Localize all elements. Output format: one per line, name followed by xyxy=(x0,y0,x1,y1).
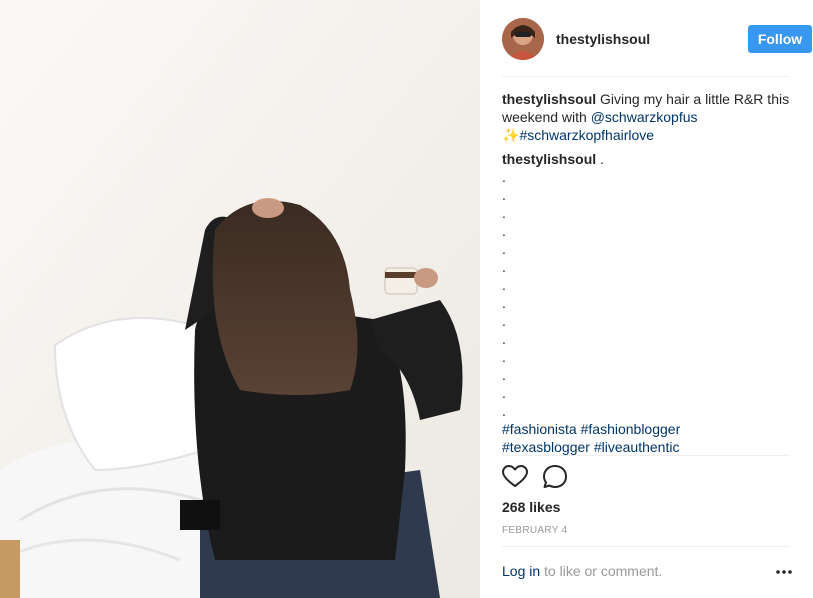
avatar[interactable] xyxy=(502,18,544,60)
post-date[interactable]: FEBRUARY 4 xyxy=(502,525,567,536)
dot-line: . xyxy=(502,385,506,401)
header-divider xyxy=(502,76,790,77)
dot-line: . xyxy=(502,367,506,383)
sparkle-emoji: ✨ xyxy=(502,127,520,143)
dot-line: . xyxy=(502,403,506,419)
dot-line: . xyxy=(502,295,506,311)
dot-line: . xyxy=(502,223,506,239)
comment-hashtag-line-2: #texasblogger #liveauthentic xyxy=(502,438,792,456)
caption-username[interactable]: thestylishsoul xyxy=(502,91,596,107)
post-author-username[interactable]: thestylishsoul xyxy=(556,31,650,47)
hashtag-link[interactable]: #fashionblogger xyxy=(581,421,681,437)
post-details-panel: thestylishsoul Follow thestylishsoul Giv… xyxy=(480,0,813,598)
post-photo[interactable] xyxy=(0,0,480,598)
dot-line: . xyxy=(502,349,506,365)
likes-count[interactable]: 268 likes xyxy=(502,499,560,515)
dot-line: . xyxy=(502,205,506,221)
actions-divider xyxy=(502,455,790,456)
comment-username[interactable]: thestylishsoul xyxy=(502,151,596,167)
comment-dot-lines: . . . . . . . . . . . . . . xyxy=(502,168,792,420)
hashtag-link[interactable]: #liveauthentic xyxy=(594,439,680,455)
post-photo-image xyxy=(0,0,480,598)
dot-line: . xyxy=(502,241,506,257)
dot-line: . xyxy=(502,169,506,185)
dot-line: . xyxy=(502,313,506,329)
dot-line: . xyxy=(502,277,506,293)
follow-button[interactable]: Follow xyxy=(748,25,812,53)
hashtag-link[interactable]: #texasblogger xyxy=(502,439,590,455)
post-caption: thestylishsoul Giving my hair a little R… xyxy=(502,90,792,144)
avatar-image xyxy=(502,18,544,60)
login-link[interactable]: Log in xyxy=(502,563,540,579)
footer-divider xyxy=(502,546,790,547)
author-comment: thestylishsoul . . . . . . . . . . . . .… xyxy=(502,150,792,456)
more-options-icon[interactable] xyxy=(774,563,794,581)
login-prompt-text: to like or comment. xyxy=(540,563,663,579)
comment-text: . xyxy=(596,151,604,167)
dot-line: . xyxy=(502,187,506,203)
dot-line: . xyxy=(502,259,506,275)
dot-line: . xyxy=(502,331,506,347)
comment-hashtag-line-1: #fashionista #fashionblogger xyxy=(502,420,792,438)
caption-mention-link[interactable]: @schwarzkopfus xyxy=(591,109,698,125)
post-header: thestylishsoul Follow xyxy=(502,16,812,64)
hashtag-link[interactable]: #fashionista xyxy=(502,421,577,437)
comment-icon[interactable] xyxy=(542,464,568,490)
heart-icon[interactable] xyxy=(502,464,528,490)
caption-hashtag-link[interactable]: #schwarzkopfhairlove xyxy=(519,127,654,143)
login-prompt: Log in to like or comment. xyxy=(502,563,792,579)
